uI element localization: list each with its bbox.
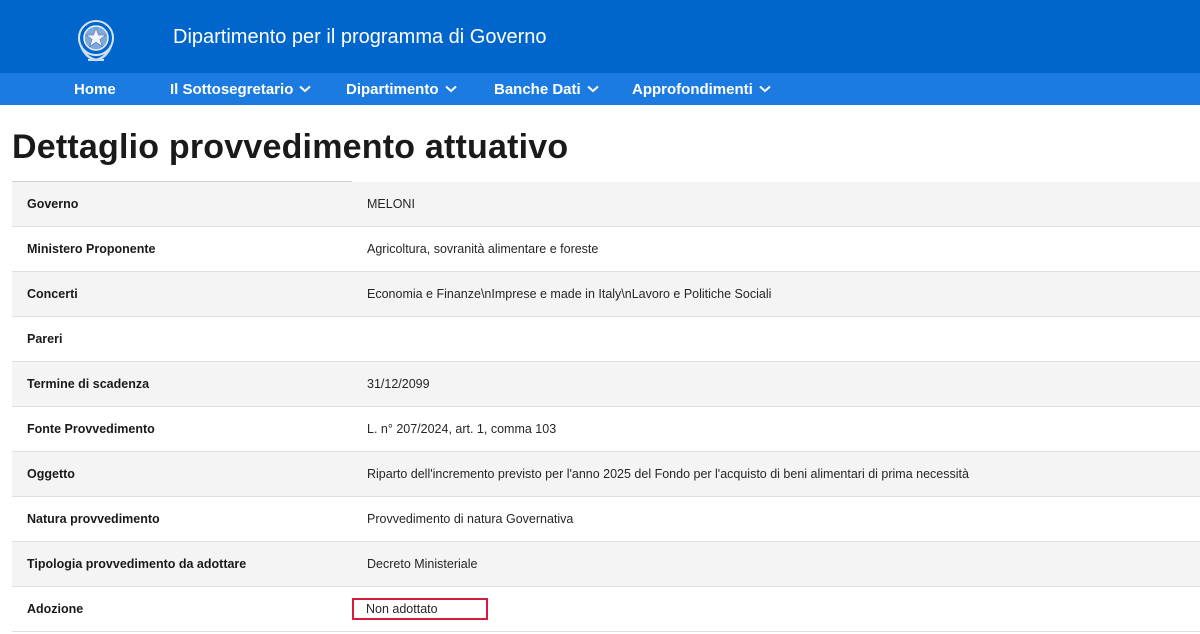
row-label: Termine di scadenza bbox=[12, 361, 352, 407]
table-row: Pareri bbox=[12, 316, 1200, 362]
row-value-adozione: Non adottato bbox=[352, 586, 1200, 632]
row-value: Agricoltura, sovranità alimentare e fore… bbox=[352, 226, 1200, 272]
nav-item-label: Approfondimenti bbox=[632, 80, 753, 98]
page-title: Dettaglio provvedimento attuativo bbox=[12, 128, 569, 166]
row-value: 31/12/2099 bbox=[352, 361, 1200, 407]
chevron-down-icon bbox=[759, 85, 771, 93]
row-value: Riparto dell'incremento previsto per l'a… bbox=[352, 451, 1200, 497]
row-label: Ministero Proponente bbox=[12, 226, 352, 272]
table-row: Natura provvedimento Provvedimento di na… bbox=[12, 496, 1200, 542]
row-value: L. n° 207/2024, art. 1, comma 103 bbox=[352, 406, 1200, 452]
row-label: Concerti bbox=[12, 271, 352, 317]
nav-item-label: Dipartimento bbox=[346, 80, 439, 98]
table-row: Tipologia provvedimento da adottare Decr… bbox=[12, 541, 1200, 587]
table-row: Adozione Non adottato bbox=[12, 586, 1200, 632]
table-row: Fonte Provvedimento L. n° 207/2024, art.… bbox=[12, 406, 1200, 452]
table-row: Ministero Proponente Agricoltura, sovran… bbox=[12, 226, 1200, 272]
nav-approfondimenti[interactable]: Approfondimenti bbox=[632, 73, 771, 105]
nav-dipartimento[interactable]: Dipartimento bbox=[346, 73, 457, 105]
nav-item-label: Banche Dati bbox=[494, 80, 581, 98]
row-value bbox=[352, 316, 1200, 362]
row-label: Fonte Provvedimento bbox=[12, 406, 352, 452]
chevron-down-icon bbox=[444, 85, 457, 93]
row-label: Adozione bbox=[12, 586, 352, 632]
nav-sottosegretario[interactable]: Il Sottosegretario bbox=[170, 73, 312, 105]
row-label: Natura provvedimento bbox=[12, 496, 352, 542]
table-row: Oggetto Riparto dell'incremento previsto… bbox=[12, 451, 1200, 497]
details-table: Governo MELONI Ministero Proponente Agri… bbox=[12, 182, 1200, 632]
row-label: Tipologia provvedimento da adottare bbox=[12, 541, 352, 587]
row-value: MELONI bbox=[352, 182, 1200, 227]
row-label: Pareri bbox=[12, 316, 352, 362]
row-value: Economia e Finanze\nImprese e made in It… bbox=[352, 271, 1200, 317]
nav-home[interactable]: Home bbox=[74, 73, 116, 105]
nav-item-label: Home bbox=[74, 80, 116, 98]
italian-republic-emblem-icon[interactable] bbox=[76, 16, 116, 64]
site-header: Dipartimento per il programma di Governo bbox=[0, 0, 1200, 73]
table-row: Governo MELONI bbox=[12, 182, 1200, 227]
table-row: Termine di scadenza 31/12/2099 bbox=[12, 361, 1200, 407]
row-label: Governo bbox=[12, 182, 352, 227]
chevron-down-icon bbox=[587, 85, 599, 93]
nav-banche-dati[interactable]: Banche Dati bbox=[494, 73, 599, 105]
row-value: Provvedimento di natura Governativa bbox=[352, 496, 1200, 542]
main-navigation: Home Il Sottosegretario Dipartimento Ban… bbox=[0, 73, 1200, 105]
site-title[interactable]: Dipartimento per il programma di Governo bbox=[173, 26, 547, 49]
chevron-down-icon bbox=[299, 85, 312, 93]
highlighted-status: Non adottato bbox=[352, 598, 488, 620]
row-value: Decreto Ministeriale bbox=[352, 541, 1200, 587]
nav-item-label: Il Sottosegretario bbox=[170, 80, 294, 98]
table-row: Concerti Economia e Finanze\nImprese e m… bbox=[12, 271, 1200, 317]
row-label: Oggetto bbox=[12, 451, 352, 497]
